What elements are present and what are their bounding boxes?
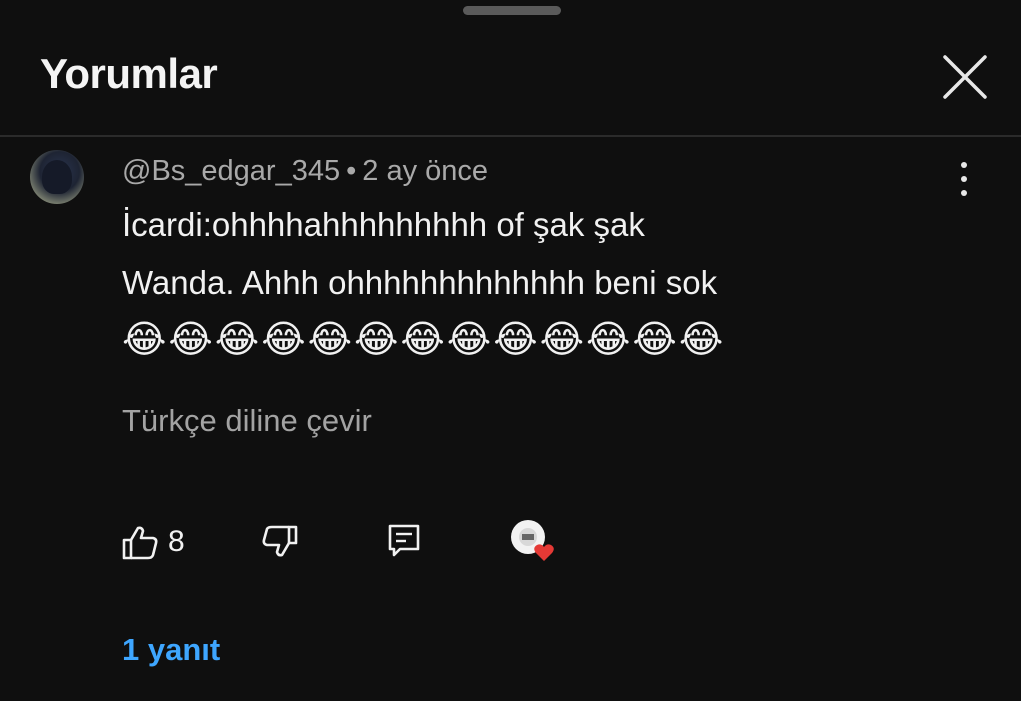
- more-options-button[interactable]: [952, 162, 976, 196]
- comment-author[interactable]: @Bs_edgar_345: [122, 155, 340, 187]
- reply-button[interactable]: [386, 521, 422, 561]
- comment-action-bar: 8: [0, 515, 1021, 565]
- translate-link[interactable]: Türkçe diline çevir: [122, 403, 372, 439]
- page-title: Yorumlar: [40, 50, 218, 97]
- close-button[interactable]: [940, 52, 990, 102]
- view-replies-link[interactable]: 1 yanıt: [122, 632, 220, 668]
- creator-heart-icon: [511, 520, 554, 561]
- thumbs-down-icon: [262, 525, 298, 557]
- comment-meta: @Bs_edgar_345 • 2 ay önce: [122, 155, 488, 188]
- like-count: 8: [168, 525, 185, 558]
- more-vert-icon: [961, 162, 967, 168]
- creator-heart: [506, 517, 558, 565]
- meta-separator: •: [346, 155, 357, 187]
- drag-handle[interactable]: [463, 6, 561, 15]
- comment-text-line-1: İcardi:ohhhhahhhhhhhhh of şak şak: [122, 206, 645, 243]
- thumbs-up-icon: [122, 526, 158, 560]
- dislike-button[interactable]: [260, 521, 300, 561]
- comment-text-line-2: Wanda. Ahhh ohhhhhhhhhhhhh beni sok: [122, 264, 718, 301]
- like-button[interactable]: [120, 523, 160, 563]
- close-icon: [943, 55, 987, 99]
- comment-time: 2 ay önce: [362, 155, 489, 187]
- comment-emojis: 😂😂😂😂😂😂😂😂😂😂😂😂😂: [122, 319, 726, 361]
- header-divider: [0, 135, 1021, 137]
- reply-icon: [388, 524, 420, 557]
- avatar[interactable]: [30, 150, 84, 204]
